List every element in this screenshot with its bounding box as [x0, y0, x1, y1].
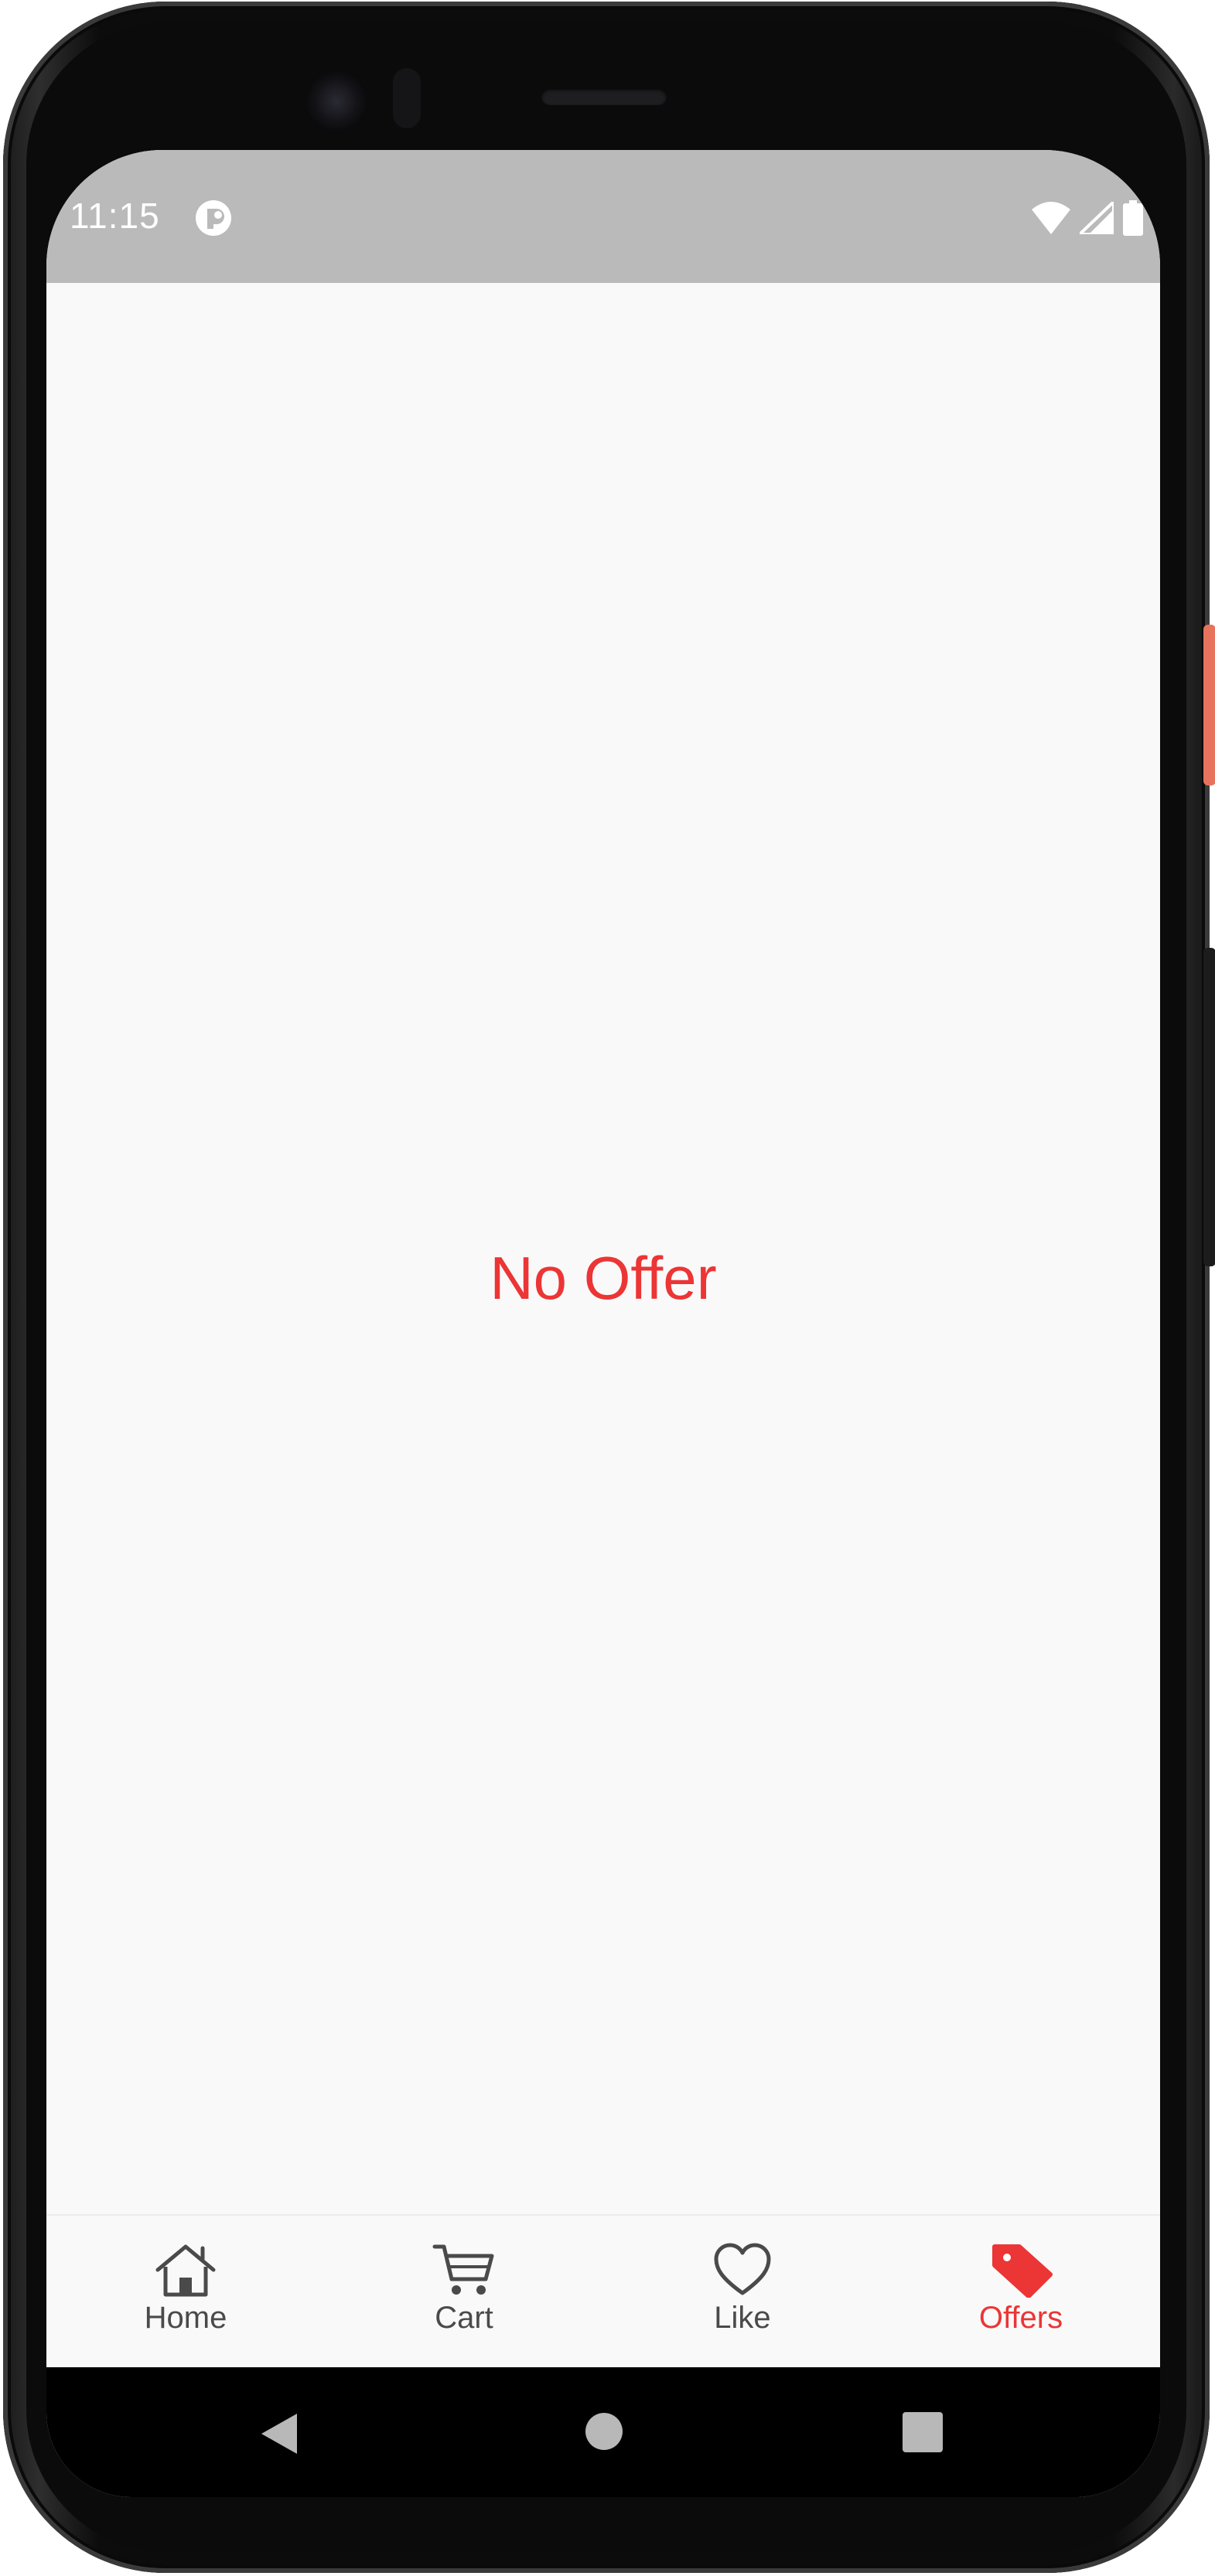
nav-item-offers[interactable]: Offers [882, 2216, 1160, 2369]
bottom-navigation: Home Cart Like Offers [46, 2214, 1160, 2369]
cell-signal-icon [1080, 202, 1114, 234]
screen: 11:15 No Offer Home Cart Like Offers [46, 150, 1160, 2497]
home-circle-icon[interactable] [585, 2412, 623, 2451]
nav-label-cart: Cart [435, 2301, 493, 2335]
status-icons [1032, 199, 1143, 237]
status-time: 11:15 [70, 196, 160, 236]
wifi-icon [1032, 202, 1070, 234]
power-button [1203, 625, 1215, 785]
nav-item-like[interactable]: Like [603, 2216, 882, 2369]
home-icon [155, 2244, 216, 2297]
battery-icon [1123, 200, 1143, 236]
nav-item-home[interactable]: Home [46, 2216, 325, 2369]
nav-item-cart[interactable]: Cart [325, 2216, 603, 2369]
empty-state-message: No Offer [490, 1244, 717, 1312]
back-icon[interactable] [260, 2412, 299, 2455]
notification-app-icon [196, 200, 231, 236]
volume-button [1203, 948, 1215, 1266]
status-bar: 11:15 [46, 150, 1160, 283]
earpiece-speaker [541, 88, 667, 105]
nav-label-home: Home [144, 2301, 227, 2335]
nav-label-like: Like [714, 2301, 771, 2335]
cart-icon [432, 2244, 494, 2295]
heart-icon [714, 2243, 771, 2295]
tag-icon [992, 2244, 1053, 2298]
page: 11:15 No Offer Home Cart Like Offers [0, 0, 1215, 2576]
offers-content: No Offer [46, 283, 1160, 2214]
front-camera [305, 70, 368, 133]
nav-label-offers: Offers [978, 2301, 1063, 2335]
system-navigation-bar [46, 2367, 1160, 2497]
proximity-sensor [393, 68, 421, 128]
recents-icon[interactable] [903, 2412, 943, 2452]
